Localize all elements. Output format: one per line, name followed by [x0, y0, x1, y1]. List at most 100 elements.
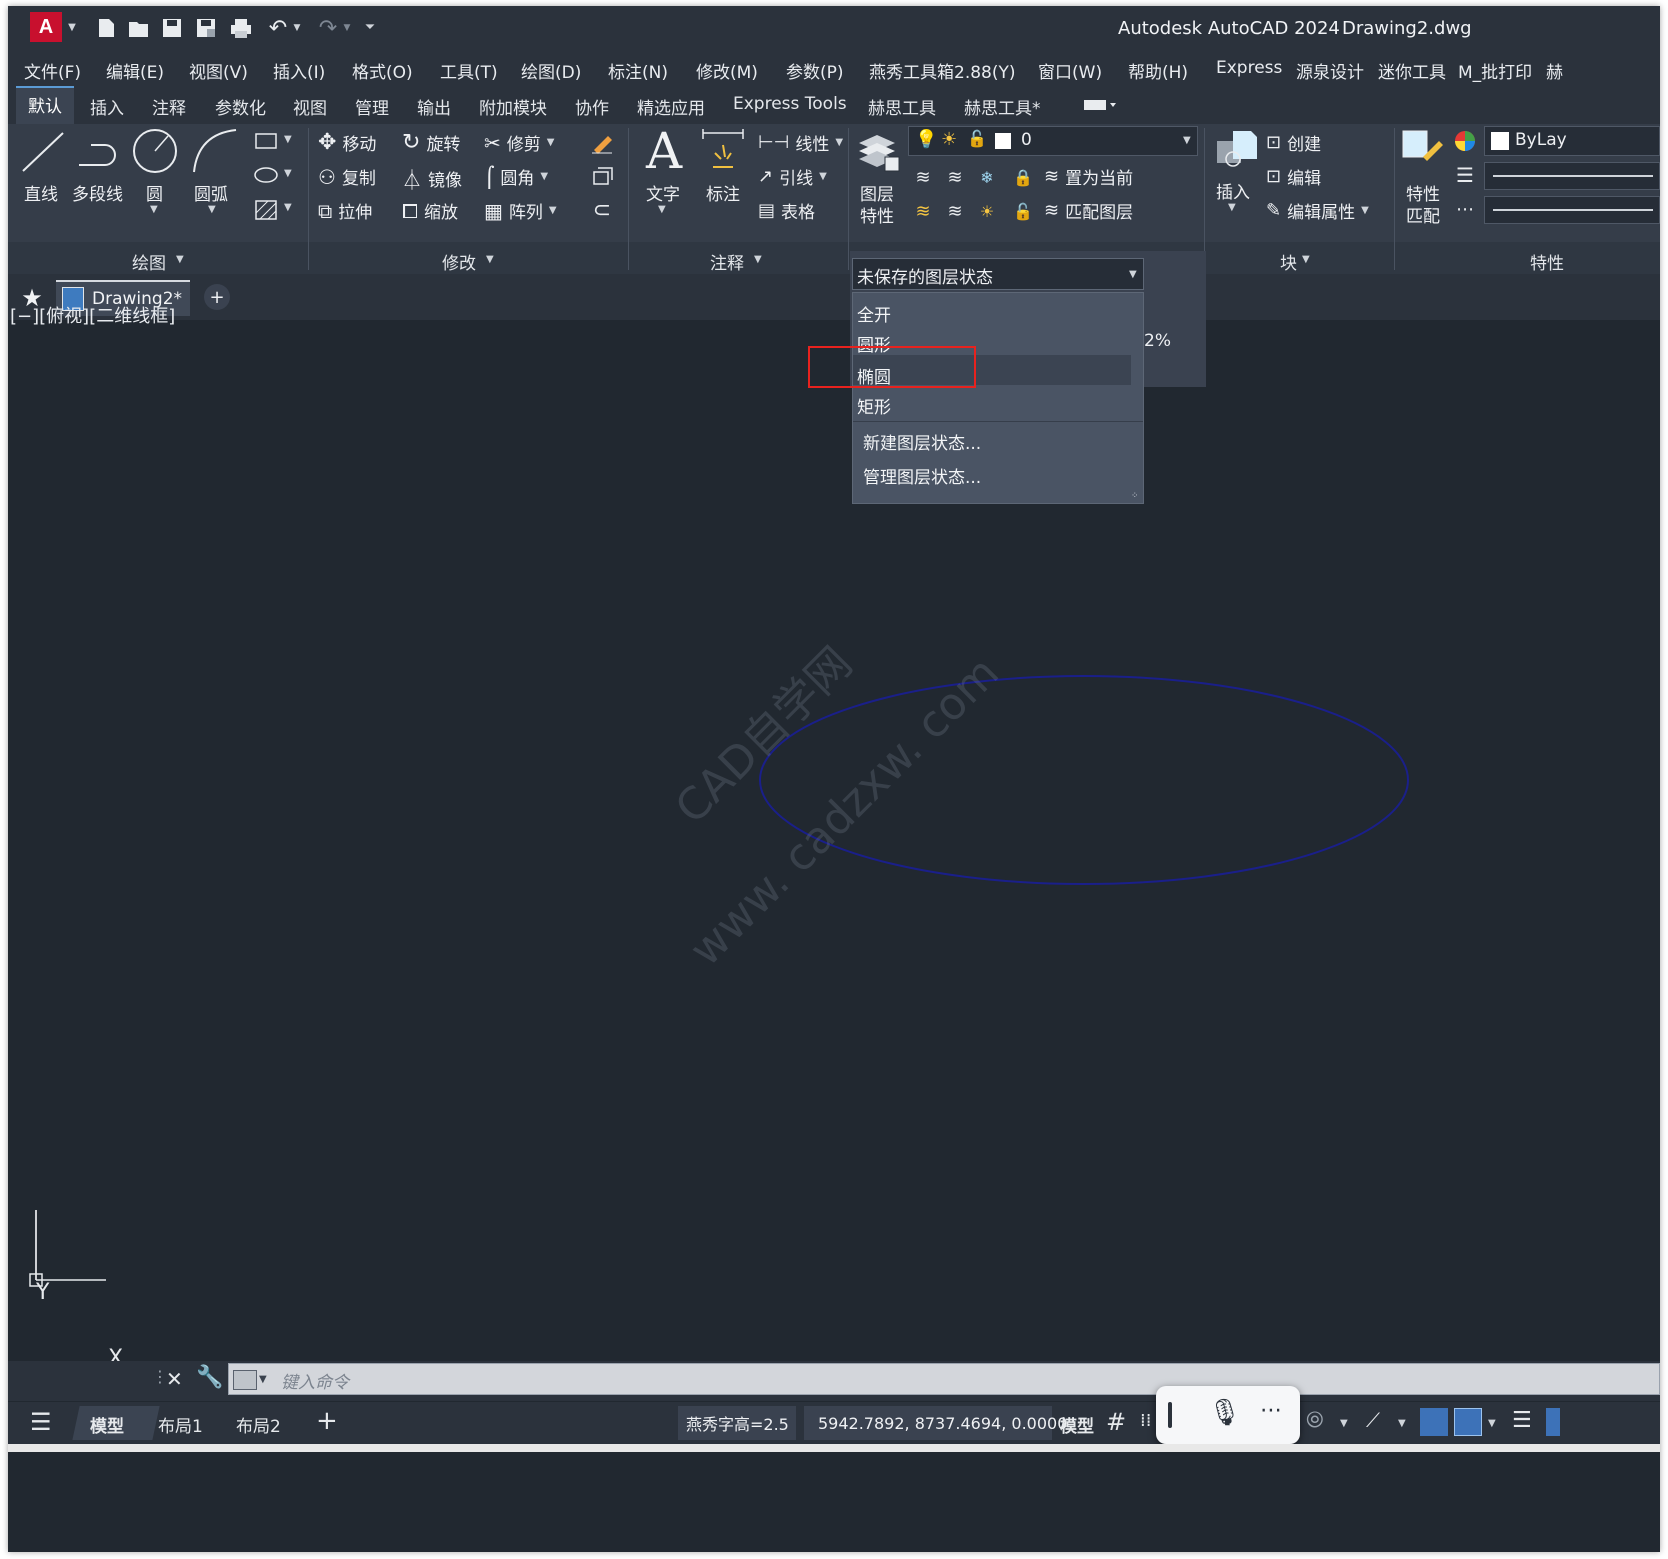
tab-addins[interactable]: 附加模块	[479, 94, 547, 119]
command-prompt-icon[interactable]	[233, 1370, 257, 1390]
isodraft-icon[interactable]: ⟋	[1366, 1408, 1380, 1432]
menu-edit[interactable]: 编辑(E)	[106, 58, 164, 83]
tab-insert[interactable]: 插入	[90, 94, 124, 119]
explode-icon[interactable]	[588, 162, 616, 190]
undo-dropdown-icon[interactable]: ▼	[292, 22, 302, 34]
tab-featured-apps[interactable]: 精选应用	[637, 94, 705, 119]
trim-dropdown-icon[interactable]: ▼	[547, 137, 555, 148]
properties-panel-title[interactable]: 特性	[1530, 249, 1564, 274]
layer-combo[interactable]: 💡 ☀ 🔓 0 ▼	[908, 126, 1198, 156]
modify-panel-dropdown-icon[interactable]: ▼	[486, 254, 494, 265]
menu-parametric[interactable]: 参数(P)	[786, 58, 844, 83]
arc-button[interactable]: 圆弧	[194, 180, 228, 205]
layer-state-item[interactable]: 矩形	[857, 393, 891, 418]
viewport-controls[interactable]: [−][俯视][二维线框]	[10, 302, 175, 328]
mirror-button[interactable]: ⏃ 镜像	[402, 164, 462, 193]
erase-icon[interactable]	[588, 128, 616, 156]
hamburger-menu-icon[interactable]: ☰	[30, 1408, 52, 1436]
customize-toolbar-icon[interactable]: ⏷	[362, 18, 378, 36]
wrench-icon[interactable]: 🔧	[196, 1365, 223, 1390]
text-icon[interactable]: A	[642, 122, 686, 180]
menu-dimension[interactable]: 标注(N)	[608, 58, 668, 83]
linetype-combo[interactable]	[1484, 196, 1660, 224]
block-panel-dropdown-icon[interactable]: ▼	[1302, 254, 1310, 265]
polyline-button[interactable]: 多段线	[72, 180, 123, 205]
menu-modify[interactable]: 修改(M)	[696, 58, 758, 83]
new-tab-icon[interactable]: +	[204, 284, 230, 310]
ribbon-toggle-icon[interactable]	[1082, 96, 1118, 114]
lineweight-combo[interactable]	[1484, 162, 1660, 190]
object-snap-dropdown-icon[interactable]: ▼	[1488, 1418, 1496, 1429]
ellipse-icon[interactable]	[252, 164, 280, 186]
layer-unlock-icon[interactable]: 🔓	[1010, 198, 1036, 224]
menu-yanxiu-toolbox[interactable]: 燕秀工具箱2.88(Y)	[869, 58, 1016, 83]
insert-block-button[interactable]: 插入	[1216, 178, 1250, 203]
text-height-status[interactable]: 燕秀字高=2.5	[678, 1406, 796, 1440]
coordinates-display[interactable]: 5942.7892, 8737.4694, 0.0000	[804, 1406, 1067, 1440]
layer-properties-label-2[interactable]: 特性	[860, 202, 894, 227]
match-layer-button[interactable]: ≋ 匹配图层	[1044, 198, 1133, 223]
layout-tab-1[interactable]: 布局1	[158, 1412, 203, 1437]
edit-attributes-dropdown-icon[interactable]: ▼	[1361, 205, 1369, 216]
tab-hesi-tools-star[interactable]: 赫思工具*	[964, 94, 1041, 119]
model-space-button[interactable]: 模型	[1060, 1412, 1094, 1437]
move-button[interactable]: ✥ 移动	[318, 130, 376, 155]
tab-parametric[interactable]: 参数化	[215, 94, 266, 119]
trim-button[interactable]: ✂ 修剪 ▼	[484, 130, 555, 156]
fillet-dropdown-icon[interactable]: ▼	[540, 171, 548, 182]
chevron-down-icon[interactable]: ▼	[66, 20, 78, 34]
table-button[interactable]: ▤ 表格	[758, 198, 815, 223]
offset-icon[interactable]: ⊂	[588, 196, 616, 224]
layer-combo-dropdown-icon[interactable]: ▼	[1183, 135, 1191, 146]
menu-file[interactable]: 文件(F)	[24, 58, 81, 83]
menu-yuanquan[interactable]: 源泉设计	[1296, 58, 1364, 83]
object-snap-icon[interactable]	[1454, 1408, 1482, 1436]
circle-button[interactable]: 圆	[146, 180, 163, 205]
tab-collaborate[interactable]: 协作	[575, 94, 609, 119]
linetype-icon[interactable]: ⋯	[1452, 196, 1478, 222]
tab-view[interactable]: 视图	[293, 94, 327, 119]
menu-format[interactable]: 格式(O)	[352, 58, 413, 83]
scale-button[interactable]: ⧠ 缩放	[402, 198, 458, 224]
edit-block-button[interactable]: ⊡ 编辑	[1266, 164, 1321, 189]
leader-button[interactable]: ↗ 引线 ▼	[758, 164, 827, 189]
array-dropdown-icon[interactable]: ▼	[549, 205, 557, 216]
undo-icon[interactable]: ↶	[264, 16, 292, 41]
edit-attributes-button[interactable]: ✎ 编辑属性 ▼	[1266, 198, 1369, 223]
save-as-icon[interactable]	[194, 16, 218, 40]
new-layer-state-item[interactable]: 新建图层状态...	[863, 429, 981, 454]
leader-dropdown-icon[interactable]: ▼	[819, 171, 827, 182]
open-file-icon[interactable]	[126, 16, 152, 40]
layer-unisolate-icon[interactable]: ≋	[942, 198, 968, 224]
circle-icon[interactable]	[130, 126, 180, 176]
match-properties-label-2[interactable]: 匹配	[1406, 202, 1440, 227]
menu-mini-tools[interactable]: 迷你工具	[1378, 58, 1446, 83]
hatch-icon[interactable]	[252, 198, 280, 222]
redo-icon[interactable]: ↷	[314, 16, 342, 41]
new-file-icon[interactable]	[94, 16, 118, 40]
line-icon[interactable]	[18, 128, 68, 176]
layer-state-combo[interactable]: 未保存的图层状态 ▼	[852, 258, 1144, 290]
insert-block-icon[interactable]	[1212, 126, 1260, 174]
copy-button[interactable]: ⚇ 复制	[318, 164, 376, 190]
menu-hesi-truncated[interactable]: 赫	[1546, 58, 1563, 83]
menu-draw[interactable]: 绘图(D)	[521, 58, 581, 83]
array-button[interactable]: ▦ 阵列 ▼	[484, 198, 557, 224]
drawing-canvas[interactable]: Y X CAD自学网 www. cadzxw. com	[8, 320, 1660, 1371]
rotate-button[interactable]: ↻ 旋转	[402, 130, 460, 155]
menu-insert[interactable]: 插入(I)	[273, 58, 325, 83]
redo-dropdown-icon[interactable]: ▼	[342, 22, 352, 34]
polyline-icon[interactable]	[74, 128, 124, 176]
menu-tools[interactable]: 工具(T)	[440, 58, 498, 83]
menu-express[interactable]: Express	[1216, 58, 1282, 78]
circle-dropdown-icon[interactable]: ▼	[150, 204, 158, 215]
polar-dropdown-icon[interactable]: ▼	[1340, 1418, 1348, 1429]
insert-dropdown-icon[interactable]: ▼	[1228, 202, 1236, 213]
object-snap-tracking-icon[interactable]	[1420, 1408, 1448, 1436]
tab-default[interactable]: 默认	[16, 86, 74, 124]
menu-window[interactable]: 窗口(W)	[1038, 58, 1102, 83]
dimension-icon[interactable]	[698, 126, 748, 176]
layer-thaw-icon[interactable]: ☀	[974, 198, 1000, 224]
layout-tab-model-label[interactable]: 模型	[90, 1412, 124, 1437]
draw-panel-title[interactable]: 绘图	[132, 249, 166, 274]
